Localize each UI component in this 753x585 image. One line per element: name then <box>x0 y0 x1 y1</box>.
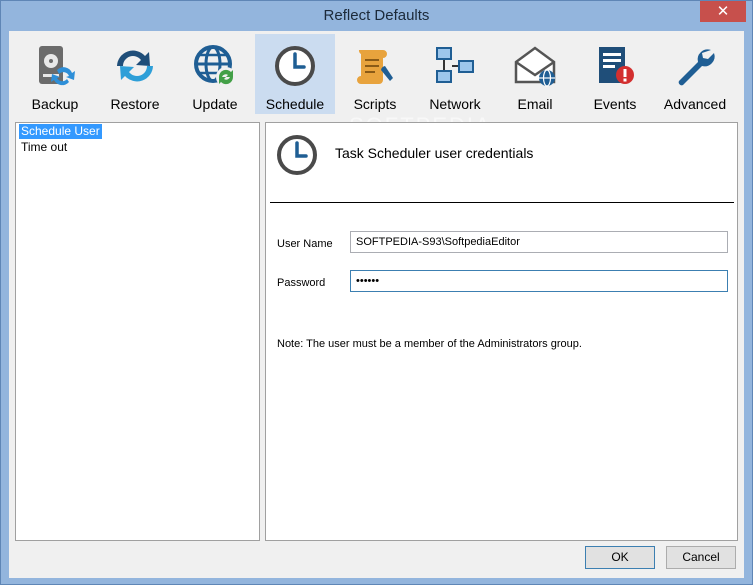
tool-events[interactable]: Events <box>575 34 655 114</box>
title-bar[interactable]: Reflect Defaults ✕ <box>1 1 752 31</box>
heading-divider <box>270 202 734 203</box>
password-input[interactable] <box>350 270 728 292</box>
tool-email[interactable]: Email <box>495 34 575 114</box>
window-title: Reflect Defaults <box>323 7 430 24</box>
tool-scripts[interactable]: Scripts <box>335 34 415 114</box>
user-name-label: User Name <box>277 238 333 250</box>
close-button[interactable]: ✕ <box>700 1 746 22</box>
dialog-client-area: Backup Restore Update Schedule Scripts N… <box>9 31 744 578</box>
tool-label: Schedule <box>265 96 325 112</box>
tool-schedule[interactable]: Schedule <box>255 34 335 114</box>
tree-item-time-out[interactable]: Time out <box>19 140 69 155</box>
settings-panel: Task Scheduler user credentials User Nam… <box>265 122 738 541</box>
options-tree[interactable]: Schedule User Time out <box>15 122 260 541</box>
tool-label: Backup <box>31 96 79 112</box>
tool-label: Network <box>429 96 481 112</box>
tool-label: Update <box>192 96 238 112</box>
reflect-defaults-window: Reflect Defaults ✕ Backup Restore Update… <box>0 0 753 585</box>
ok-button[interactable]: OK <box>585 546 655 569</box>
backup-drive-icon <box>39 46 75 86</box>
network-icon <box>436 47 474 83</box>
panel-heading: Task Scheduler user credentials <box>335 145 534 161</box>
email-icon <box>514 46 556 87</box>
category-toolbar: Backup Restore Update Schedule Scripts N… <box>15 34 737 114</box>
tool-label: Email <box>517 96 553 112</box>
tool-network[interactable]: Network <box>415 34 495 114</box>
restore-arrows-icon <box>117 50 153 82</box>
tool-update[interactable]: Update <box>175 34 255 114</box>
events-log-icon <box>599 47 634 84</box>
tree-item-schedule-user[interactable]: Schedule User <box>19 124 102 139</box>
tool-backup[interactable]: Backup <box>15 34 95 114</box>
clock-icon <box>277 135 317 175</box>
update-globe-icon <box>194 45 236 87</box>
tool-label: Events <box>593 96 637 112</box>
tool-label: Scripts <box>353 96 397 112</box>
tool-label: Advanced <box>663 96 727 112</box>
tool-restore[interactable]: Restore <box>95 34 175 114</box>
password-label: Password <box>277 277 326 289</box>
scripts-scroll-icon <box>357 50 393 84</box>
user-name-input[interactable] <box>350 231 728 253</box>
tool-label: Restore <box>110 96 160 112</box>
cancel-button[interactable]: Cancel <box>666 546 736 569</box>
wrench-icon <box>678 49 715 86</box>
clock-icon <box>275 46 315 86</box>
admin-note: Note: The user must be a member of the A… <box>277 338 582 350</box>
close-icon: ✕ <box>716 2 730 20</box>
tool-advanced[interactable]: Advanced <box>655 34 735 114</box>
